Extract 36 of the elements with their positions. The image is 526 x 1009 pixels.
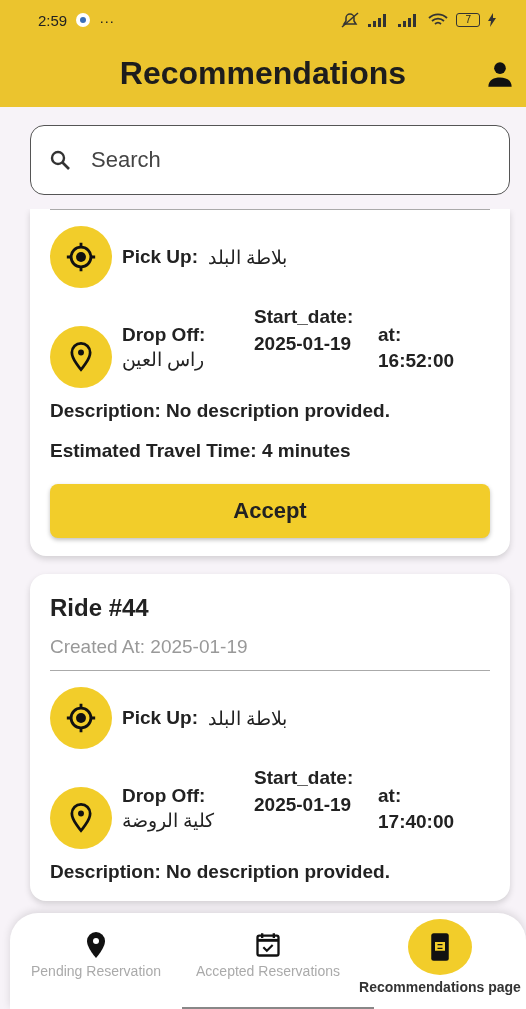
status-time: 2:59 bbox=[38, 11, 68, 29]
ride-description: Description: No description provided. bbox=[50, 400, 391, 422]
pickup-location: بلاطة البلد bbox=[208, 706, 288, 730]
time-label: at: bbox=[378, 323, 403, 347]
dropoff-label: Drop Off: bbox=[122, 784, 207, 808]
time-label: at: bbox=[378, 784, 403, 808]
dropoff-location: راس العين bbox=[122, 347, 205, 371]
pickup-label: Pick Up: bbox=[122, 245, 199, 270]
target-icon bbox=[64, 701, 98, 735]
start-time: 16:52:00 bbox=[378, 348, 455, 373]
search-icon bbox=[48, 148, 72, 172]
start-time: 17:40:00 bbox=[378, 809, 455, 834]
map-pin-icon bbox=[84, 931, 108, 959]
created-date: Created At: 2025-01-19 bbox=[50, 636, 249, 658]
start-date: Start_date: 2025-01-19 bbox=[254, 305, 355, 356]
ride-description: Description: No description provided. bbox=[50, 861, 391, 883]
calendar-check-icon bbox=[254, 931, 282, 959]
dropoff-label: Drop Off: bbox=[122, 323, 207, 347]
mute-icon bbox=[340, 12, 361, 28]
more-indicator: ··· bbox=[99, 11, 115, 29]
accept-button[interactable]: Accept bbox=[50, 484, 490, 538]
start-date: Start_date: 2025-01-19 bbox=[254, 766, 355, 817]
travel-time: Estimated Travel Time: 4 minutes bbox=[50, 440, 352, 462]
search-field[interactable]: Search bbox=[30, 125, 510, 195]
ride-title: Ride #44 bbox=[50, 594, 150, 622]
page-title: Recommendations bbox=[119, 55, 407, 92]
pickup-label: Pick Up: bbox=[122, 706, 199, 731]
wifi-icon bbox=[428, 12, 449, 28]
dropoff-location: كلية الروضة bbox=[122, 808, 215, 832]
pickup-location: بلاطة البلد bbox=[208, 245, 288, 269]
phone-icon bbox=[429, 932, 451, 962]
person-icon[interactable] bbox=[486, 60, 514, 88]
battery-level: 7 bbox=[456, 13, 480, 27]
charging-icon bbox=[488, 13, 496, 27]
target-icon bbox=[64, 240, 98, 274]
nav-tab[interactable]: Recommendations page bbox=[354, 913, 526, 995]
